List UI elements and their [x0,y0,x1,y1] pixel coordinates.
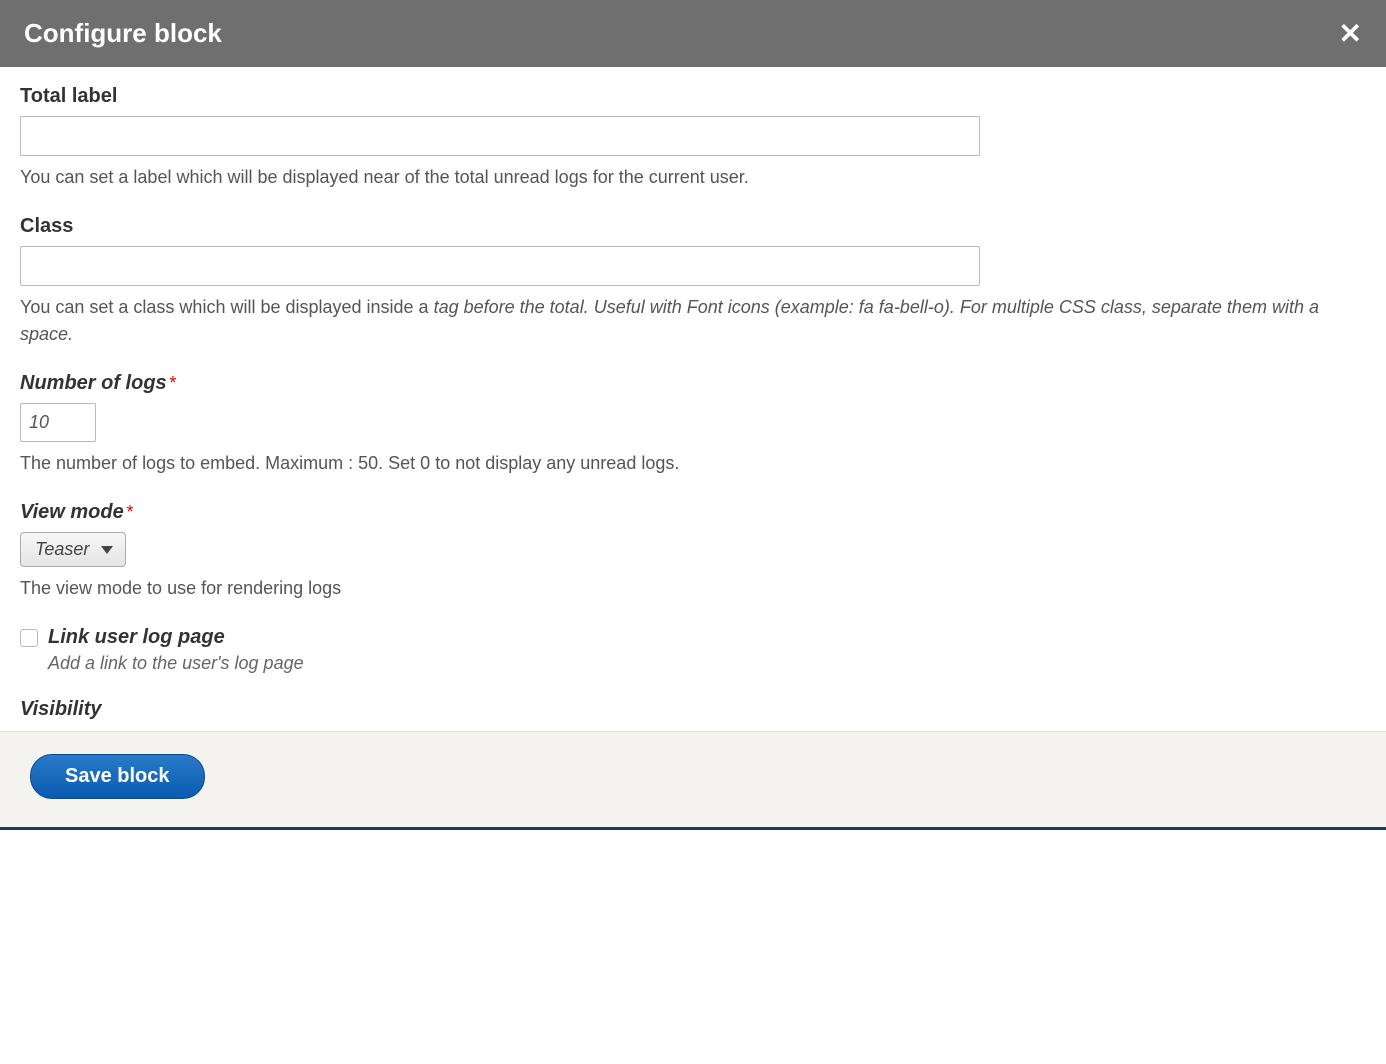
configure-block-modal: Configure block ✕ Total label You can se… [0,0,1386,830]
view-mode-label: View mode* [20,501,1366,524]
modal-title: Configure block [24,18,222,49]
number-of-logs-label-text: Number of logs [20,372,167,394]
link-user-log-row: Link user log page [20,626,1366,649]
view-mode-value: Teaser [35,539,89,560]
modal-header: Configure block ✕ [0,0,1386,67]
view-mode-select[interactable]: Teaser [20,532,126,567]
visibility-heading: Visibility [20,698,1366,721]
modal-footer: Save block [0,731,1386,830]
total-label-description: You can set a label which will be displa… [20,164,1366,191]
link-user-log-label: Link user log page [48,626,225,649]
link-user-log-description: Add a link to the user's log page [48,653,1366,674]
chevron-down-icon [101,546,113,554]
class-description-prefix: You can set a class which will be displa… [20,297,434,317]
view-mode-label-text: View mode [20,501,124,523]
close-icon[interactable]: ✕ [1339,20,1362,48]
field-total-label: Total label You can set a label which wi… [20,85,1366,191]
modal-body: Total label You can set a label which wi… [0,67,1386,721]
total-label-input[interactable] [20,116,980,156]
number-of-logs-description: The number of logs to embed. Maximum : 5… [20,450,1366,477]
required-icon: * [126,502,133,522]
field-view-mode: View mode* Teaser The view mode to use f… [20,501,1366,602]
number-of-logs-label: Number of logs* [20,372,1366,395]
field-class: Class You can set a class which will be … [20,215,1366,348]
field-number-of-logs: Number of logs* The number of logs to em… [20,372,1366,477]
total-label-label: Total label [20,85,1366,108]
number-of-logs-input[interactable] [20,403,96,442]
class-input[interactable] [20,246,980,286]
field-link-user-log: Link user log page Add a link to the use… [20,626,1366,674]
class-description: You can set a class which will be displa… [20,294,1366,348]
view-mode-description: The view mode to use for rendering logs [20,575,1366,602]
link-user-log-checkbox[interactable] [20,629,38,647]
required-icon: * [169,373,176,393]
save-block-button[interactable]: Save block [30,754,205,799]
class-label: Class [20,215,1366,238]
